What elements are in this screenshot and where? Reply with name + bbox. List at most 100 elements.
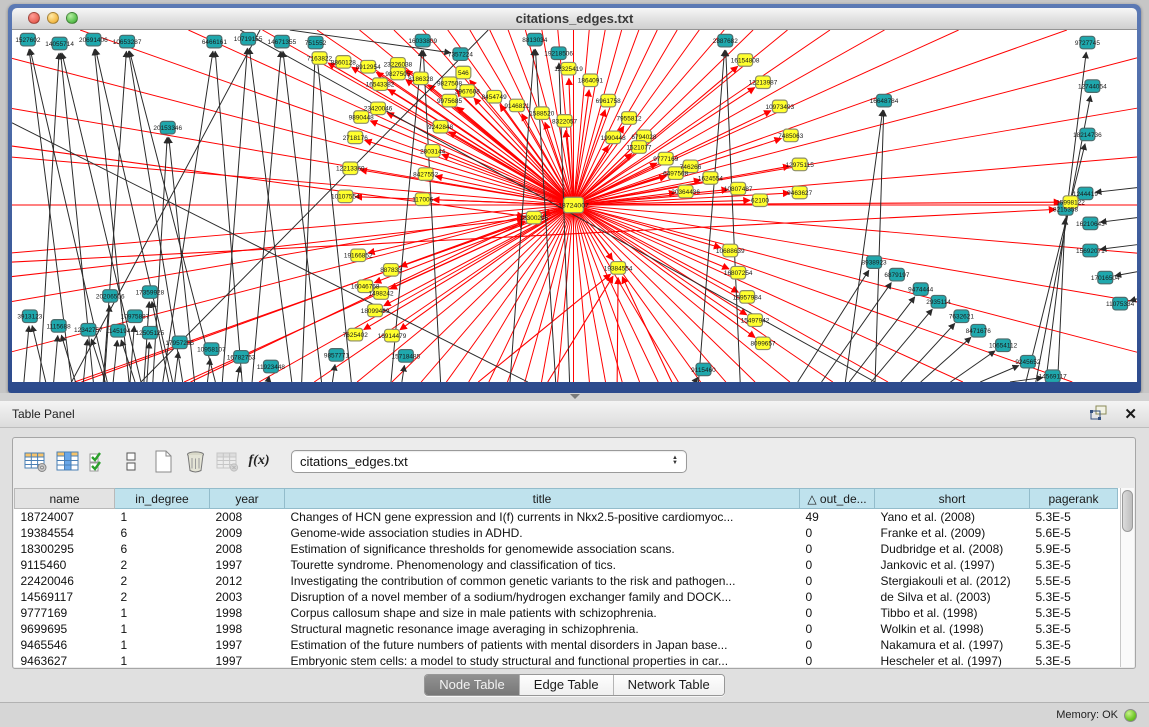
table-cell[interactable]: Genome-wide association studies in ADHD. [285,525,800,541]
table-cell[interactable]: 9115460 [15,557,115,573]
table-cell[interactable]: 0 [800,573,875,589]
close-window-button[interactable] [28,12,40,24]
citation-edge-black[interactable] [871,309,932,382]
table-row[interactable]: 977716911998Corpus callosum shape and si… [15,605,1118,621]
table-cell[interactable]: Embryonic stem cells: a model to study s… [285,653,800,668]
table-cell[interactable]: 9463627 [15,653,115,668]
table-cell[interactable]: 0 [800,605,875,621]
citation-edge-black[interactable] [980,366,1019,382]
table-cell[interactable]: Changes of HCN gene expression and I(f) … [285,509,800,525]
float-panel-icon[interactable] [1090,405,1108,423]
citation-edge-black[interactable] [695,377,698,382]
citation-edge-red[interactable] [12,205,574,253]
table-cell[interactable]: Estimation of significance thresholds fo… [285,541,800,557]
citation-edge-red[interactable] [574,205,963,382]
table-row[interactable]: 969969511998Structural magnetic resonanc… [15,621,1118,637]
table-cell[interactable]: 1 [115,621,210,637]
table-cell[interactable]: 19384554 [15,525,115,541]
citation-edge-red[interactable] [574,205,739,292]
citation-edge-red[interactable] [368,205,574,253]
table-cell[interactable]: 2 [115,589,210,605]
table-selector-dropdown[interactable]: citations_edges.txt ▲▼ [291,450,687,473]
citation-edge-black[interactable] [83,339,87,382]
table-cell[interactable]: 2009 [210,525,285,541]
table-row[interactable]: 2242004622012Investigating the contribut… [15,573,1118,589]
table-row[interactable]: 946362711997Embryonic stem cells: a mode… [15,653,1118,668]
tab-network-table[interactable]: Network Table [613,675,724,695]
table-scrollbar-thumb[interactable] [1122,490,1133,532]
row-height-icon[interactable] [119,449,143,473]
maximize-window-button[interactable] [66,12,78,24]
table-cell[interactable]: 9777169 [15,605,115,621]
table-cell[interactable]: Jankovic et al. (1997) [875,557,1030,573]
citation-edge-black[interactable] [283,51,322,382]
divider-grip-icon[interactable] [570,394,580,399]
citation-edge-black[interactable] [822,283,892,382]
column-header-name[interactable]: name [15,489,115,509]
citation-edge-black[interactable] [845,110,882,382]
window-titlebar[interactable]: citations_edges.txt [12,8,1137,30]
table-row[interactable]: 946554611997Estimation of the future num… [15,637,1118,653]
tab-node-table[interactable]: Node Table [425,675,519,695]
citation-edge-black[interactable] [61,335,75,382]
citation-edge-black[interactable] [32,326,46,382]
table-cell[interactable]: Tourette syndrome. Phenomenology and cla… [285,557,800,573]
citation-edge-red[interactable] [442,154,574,205]
citation-edge-black[interactable] [1026,144,1085,382]
table-cell[interactable]: 0 [800,621,875,637]
table-cell[interactable]: 5.3E-5 [1030,621,1118,637]
table-cell[interactable]: Tibbo et al. (1998) [875,605,1030,621]
select-column-icon[interactable] [55,449,79,473]
table-cell[interactable]: Estimation of the future numbers of pati… [285,637,800,653]
table-cell[interactable]: 0 [800,637,875,653]
table-cell[interactable]: 1 [115,605,210,621]
network-view-window[interactable]: citations_edges.txt 15276021405571420691… [8,4,1141,393]
table-cell[interactable]: 18724007 [15,509,115,525]
citation-edge-red[interactable] [489,205,574,382]
table-cell[interactable]: Franke et al. (2009) [875,525,1030,541]
close-panel-icon[interactable]: ✕ [1124,407,1137,422]
citation-edge-red[interactable] [574,30,1067,205]
citation-edge-red[interactable] [622,277,671,382]
citation-edge-black[interactable] [249,48,291,382]
tab-edge-table[interactable]: Edge Table [519,675,613,695]
table-cell[interactable]: 2 [115,557,210,573]
table-cell[interactable]: 5.5E-5 [1030,573,1118,589]
citation-edge-black[interactable] [901,323,955,382]
table-cell[interactable]: Corpus callosum shape and size in male p… [285,605,800,621]
table-cell[interactable]: 5.3E-5 [1030,509,1118,525]
column-header-year[interactable]: year [210,489,285,509]
minimize-window-button[interactable] [47,12,59,24]
column-header-out_de[interactable]: △ out_de... [800,489,875,509]
citation-edge-red[interactable] [574,58,1137,205]
table-cell[interactable]: Wolkin et al. (1998) [875,621,1030,637]
table-cell[interactable]: 9465546 [15,637,115,653]
table-cell[interactable]: 2012 [210,573,285,589]
table-cell[interactable]: 2008 [210,509,285,525]
new-document-icon[interactable] [151,449,175,473]
table-cell[interactable]: 0 [800,653,875,668]
table-row[interactable]: 1456911722003Disruption of a novel membe… [15,589,1118,605]
table-cell[interactable]: 9699695 [15,621,115,637]
table-row[interactable]: 911546021997Tourette syndrome. Phenomeno… [15,557,1118,573]
table-cell[interactable]: Stergiakouli et al. (2012) [875,573,1030,589]
table-cell[interactable]: 14569117 [15,589,115,605]
table-cell[interactable]: 1997 [210,637,285,653]
table-cell[interactable]: 6 [115,541,210,557]
column-header-in_degree[interactable]: in_degree [115,489,210,509]
citation-edge-red[interactable] [12,219,524,277]
table-options-icon[interactable] [23,449,47,473]
citation-edge-red[interactable] [574,30,658,205]
table-cell[interactable]: 22420046 [15,573,115,589]
column-header-title[interactable]: title [285,489,800,509]
table-cell[interactable]: 1 [115,653,210,668]
column-header-short[interactable]: short [875,489,1030,509]
citation-edge-black[interactable] [1100,218,1137,223]
citation-edge-black[interactable] [1100,245,1137,250]
table-cell[interactable]: 5.3E-5 [1030,589,1118,605]
citation-edge-black[interactable] [113,340,117,382]
table-cell[interactable]: 2008 [210,541,285,557]
citation-edge-black[interactable] [175,352,179,382]
citation-edge-black[interactable] [54,336,58,382]
table-cell[interactable]: 5.3E-5 [1030,605,1118,621]
